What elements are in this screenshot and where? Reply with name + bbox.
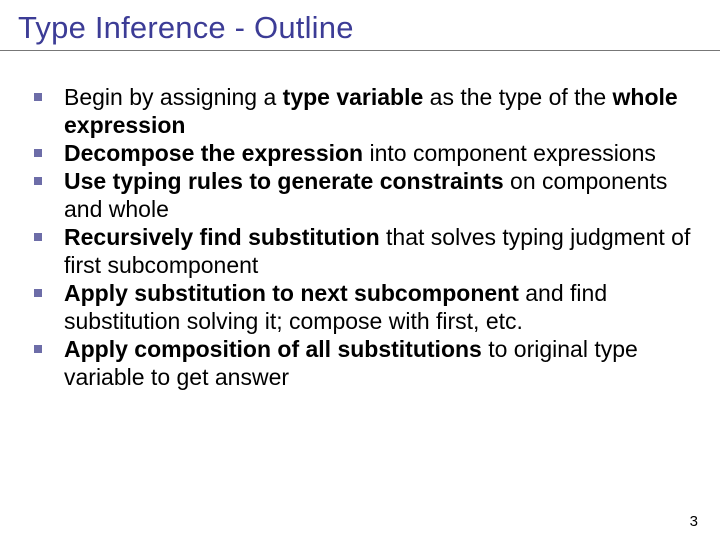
list-item: Apply composition of all substitutions t… (28, 335, 692, 391)
list-item-text: Use typing rules to generate constraints… (64, 168, 667, 222)
bullet-icon (34, 233, 42, 241)
bullet-icon (34, 149, 42, 157)
list-item-text: Decompose the expression into component … (64, 140, 656, 166)
bullet-list: Begin by assigning a type variable as th… (28, 83, 692, 392)
list-item: Apply substitution to next subcomponent … (28, 279, 692, 335)
list-item-text: Apply composition of all substitutions t… (64, 336, 638, 390)
list-item-text: Begin by assigning a type variable as th… (64, 84, 678, 138)
slide-title: Type Inference - Outline (0, 0, 720, 51)
list-item: Use typing rules to generate constraints… (28, 167, 692, 223)
list-item-text: Apply substitution to next subcomponent … (64, 280, 607, 334)
slide-content: Begin by assigning a type variable as th… (0, 51, 720, 392)
list-item: Begin by assigning a type variable as th… (28, 83, 692, 139)
list-item: Recursively find substitution that solve… (28, 223, 692, 279)
slide: Type Inference - Outline Begin by assign… (0, 0, 720, 540)
list-item: Decompose the expression into component … (28, 139, 692, 167)
bullet-icon (34, 345, 42, 353)
bullet-icon (34, 289, 42, 297)
bullet-icon (34, 93, 42, 101)
list-item-text: Recursively find substitution that solve… (64, 224, 690, 278)
page-number: 3 (690, 513, 698, 530)
bullet-icon (34, 177, 42, 185)
